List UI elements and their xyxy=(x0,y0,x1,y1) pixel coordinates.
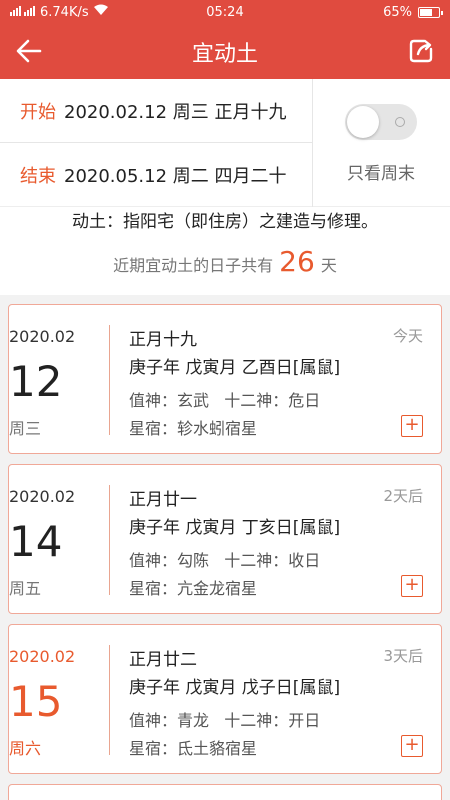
date-range-panel: 开始 2020.02.12 周三 正月十九 结束 2020.05.12 周二 四… xyxy=(0,79,450,207)
network-speed: 6.74K/s xyxy=(40,4,89,20)
page-title: 宜动土 xyxy=(191,41,258,67)
summary-count: 26 xyxy=(279,245,315,278)
plus-icon: + xyxy=(404,574,420,595)
status-bar: 6.74K/s 05:24 65% xyxy=(0,0,450,24)
day-card[interactable]: 2020.02 12 周三 正月十九 庚子年 戊寅月 乙酉日[属鼠] 值神：玄武… xyxy=(8,304,442,454)
plus-icon: + xyxy=(404,414,420,435)
share-icon[interactable] xyxy=(406,36,436,66)
year-month: 2020.02 xyxy=(9,487,76,506)
weekend-only-toggle[interactable] xyxy=(345,104,417,140)
lunar-mansion: 星宿：氐土貉宿星 xyxy=(129,739,258,758)
back-arrow-icon[interactable] xyxy=(14,36,44,66)
relative-day: 3天后 xyxy=(383,647,423,665)
shier-shen: 十二神：危日 xyxy=(224,391,321,410)
plus-icon: + xyxy=(404,734,420,755)
start-date-row[interactable]: 开始 2020.02.12 周三 正月十九 xyxy=(0,79,312,143)
status-time: 05:24 xyxy=(206,4,244,20)
card-divider xyxy=(109,325,110,435)
year-month: 2020.02 xyxy=(9,327,76,346)
card-divider xyxy=(109,485,110,595)
weekday: 周三 xyxy=(9,419,42,438)
divider xyxy=(312,79,313,207)
activity-description: 动土：指阳宅（即住房）之建造与修理。 xyxy=(72,212,378,232)
zhishen: 值神：勾陈 xyxy=(129,551,210,570)
summary-suffix: 天 xyxy=(320,256,337,275)
shier-shen: 十二神：开日 xyxy=(224,711,321,730)
battery-percent: 65% xyxy=(383,4,412,20)
toggle-knob xyxy=(347,106,379,138)
relative-day: 2天后 xyxy=(383,487,423,505)
year-month: 2020.02 xyxy=(9,647,76,666)
lunar-date: 正月廿一 xyxy=(129,490,197,510)
gods-line: 值神：玄武 十二神：危日 xyxy=(129,387,320,411)
toggle-off-icon xyxy=(395,117,405,127)
summary-line: 近期宜动土的日子共有 26 天 xyxy=(0,245,450,278)
lunar-date: 正月廿二 xyxy=(129,650,197,670)
ganzhi-date: 庚子年 戊寅月 乙酉日[属鼠] xyxy=(129,358,341,378)
zhishen: 值神：玄武 xyxy=(129,391,210,410)
relative-day: 今天 xyxy=(392,327,423,345)
weekday: 周六 xyxy=(9,739,42,758)
end-date-label: 结束 xyxy=(20,166,56,187)
gods-line: 值神：青龙 十二神：开日 xyxy=(129,707,320,731)
end-date-row[interactable]: 结束 2020.05.12 周二 四月二十 xyxy=(0,143,312,207)
gods-line: 值神：勾陈 十二神：收日 xyxy=(129,547,320,571)
zhishen: 值神：青龙 xyxy=(129,711,210,730)
day-card-partial[interactable] xyxy=(8,784,442,800)
weekday: 周五 xyxy=(9,579,42,598)
start-date-label: 开始 xyxy=(20,101,56,123)
ganzhi-date: 庚子年 戊寅月 丁亥日[属鼠] xyxy=(129,518,341,538)
weekend-only-label: 只看周末 xyxy=(347,164,415,184)
add-reminder-button[interactable]: + xyxy=(401,415,423,437)
day-number: 15 xyxy=(9,677,63,726)
lunar-mansion: 星宿：亢金龙宿星 xyxy=(129,579,258,598)
start-date-value: 2020.02.12 周三 正月十九 xyxy=(64,101,287,123)
add-reminder-button[interactable]: + xyxy=(401,575,423,597)
info-panel: 动土：指阳宅（即住房）之建造与修理。 近期宜动土的日子共有 26 天 xyxy=(0,207,450,295)
add-reminder-button[interactable]: + xyxy=(401,735,423,757)
shier-shen: 十二神：收日 xyxy=(224,551,321,570)
signal-icon xyxy=(10,4,36,20)
summary-prefix: 近期宜动土的日子共有 xyxy=(113,256,274,275)
wifi-icon xyxy=(93,4,109,20)
day-card[interactable]: 2020.02 14 周五 正月廿一 庚子年 戊寅月 丁亥日[属鼠] 值神：勾陈… xyxy=(8,464,442,614)
battery-icon xyxy=(417,6,443,18)
end-date-value: 2020.05.12 周二 四月二十 xyxy=(64,166,287,187)
lunar-date: 正月十九 xyxy=(129,330,197,350)
card-divider xyxy=(109,645,110,755)
day-number: 14 xyxy=(9,517,63,566)
day-card[interactable]: 2020.02 15 周六 正月廿二 庚子年 戊寅月 戊子日[属鼠] 值神：青龙… xyxy=(8,624,442,774)
ganzhi-date: 庚子年 戊寅月 戊子日[属鼠] xyxy=(129,678,341,698)
title-bar: 宜动土 xyxy=(0,24,450,79)
day-number: 12 xyxy=(9,357,63,406)
lunar-mansion: 星宿：轸水蚓宿星 xyxy=(129,419,258,438)
